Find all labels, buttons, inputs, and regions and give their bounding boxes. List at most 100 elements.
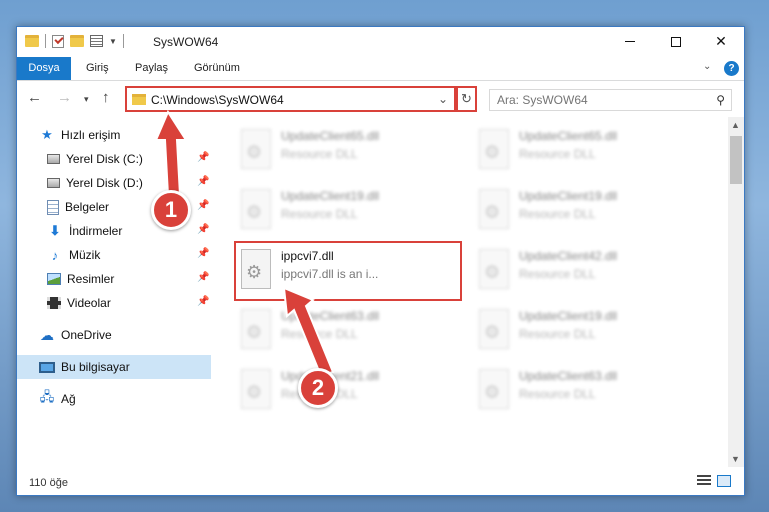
file-tile[interactable]: ⚙ UpdateClient21.dll Resource DLL: [231, 365, 451, 417]
file-name: UpdateClient42.dll: [519, 249, 618, 263]
tab-share[interactable]: Paylaş: [125, 57, 178, 80]
search-box[interactable]: ⚲: [489, 89, 732, 111]
recent-locations-icon[interactable]: ▾: [84, 94, 89, 105]
onedrive-icon: ☁: [40, 326, 54, 343]
file-tile[interactable]: ⚙ UpdateClient65.dll Resource DLL: [231, 125, 451, 177]
search-input[interactable]: [490, 90, 705, 110]
gear-icon: ⚙: [484, 322, 501, 342]
minimize-button[interactable]: [607, 27, 653, 56]
status-bar: 110 öğe: [17, 467, 744, 495]
sidebar-item-network[interactable]: 🖧 Ağ: [17, 387, 211, 411]
maximize-button[interactable]: [653, 27, 699, 56]
scroll-down-icon[interactable]: ▼: [731, 454, 740, 464]
vertical-scrollbar[interactable]: ▲ ▼: [728, 117, 744, 467]
sidebar-item-this-pc[interactable]: Bu bilgisayar: [17, 355, 211, 379]
sidebar-item-label: Ağ: [61, 392, 76, 406]
sidebar-item-quick-access[interactable]: ★ Hızlı erişim: [17, 123, 211, 147]
tab-home[interactable]: Giriş: [76, 57, 119, 80]
sidebar-item-label: Bu bilgisayar: [61, 360, 130, 374]
close-icon: ✕: [715, 33, 727, 49]
pin-icon[interactable]: 📌: [197, 224, 209, 235]
sidebar-item-label: Videolar: [67, 296, 111, 310]
step-2-badge: 2: [298, 368, 338, 408]
file-tile[interactable]: ⚙ UpdateClient65.dll Resource DLL: [469, 125, 689, 177]
dll-file-icon: ⚙: [241, 369, 271, 409]
file-name: UpdateClient63.dll: [281, 309, 380, 323]
help-icon[interactable]: ?: [724, 61, 739, 76]
up-button[interactable]: ↑: [102, 89, 110, 106]
folder-icon: [132, 94, 146, 105]
pin-icon[interactable]: 📌: [197, 176, 209, 187]
file-description: Resource DLL: [519, 267, 596, 281]
drive-icon: [47, 154, 60, 164]
sidebar-item-local-disk-d[interactable]: Yerel Disk (D:) 📌: [17, 171, 211, 195]
this-pc-icon: [39, 361, 55, 373]
dll-file-icon: ⚙: [479, 129, 509, 169]
sidebar-item-pictures[interactable]: Resimler 📌: [17, 267, 211, 291]
pictures-icon: [47, 273, 61, 285]
folder-icon: [25, 35, 39, 47]
sidebar-item-local-disk-c[interactable]: Yerel Disk (C:) 📌: [17, 147, 211, 171]
forward-button[interactable]: →: [57, 89, 72, 106]
sidebar-item-videos[interactable]: Videolar 📌: [17, 291, 211, 315]
music-icon: ♪: [51, 247, 59, 263]
file-description: Resource DLL: [519, 387, 596, 401]
file-name: UpdateClient19.dll: [519, 189, 618, 203]
file-tile[interactable]: ⚙ UpdateClient63.dll Resource DLL: [469, 365, 689, 417]
refresh-button[interactable]: ↻: [456, 86, 477, 112]
scroll-up-icon[interactable]: ▲: [731, 120, 740, 130]
dll-file-icon: ⚙: [241, 189, 271, 229]
address-path[interactable]: C:\Windows\SysWOW64: [151, 93, 284, 107]
pin-icon[interactable]: 📌: [197, 296, 209, 307]
sidebar-item-onedrive[interactable]: ☁ OneDrive: [17, 323, 211, 347]
dll-file-icon: ⚙: [479, 309, 509, 349]
file-name: UpdateClient65.dll: [519, 129, 618, 143]
pin-icon[interactable]: 📌: [197, 152, 209, 163]
details-view-icon[interactable]: [697, 475, 711, 487]
expand-ribbon-icon[interactable]: ⌄: [703, 61, 711, 72]
pin-icon[interactable]: 📌: [197, 200, 209, 211]
toolbar-dropdown-icon[interactable]: ▼: [109, 37, 117, 46]
star-icon: ★: [41, 127, 53, 142]
pin-icon[interactable]: 📌: [197, 248, 209, 259]
ribbon-tabs: Dosya Giriş Paylaş Görünüm ⌄ ?: [17, 57, 744, 81]
tiles-view-icon[interactable]: [717, 475, 731, 487]
dll-file-icon: ⚙: [241, 129, 271, 169]
scrollbar-thumb[interactable]: [730, 136, 742, 184]
file-tile[interactable]: ⚙ UpdateClient19.dll Resource DLL: [469, 305, 689, 357]
sidebar-item-label: İndirmeler: [69, 224, 123, 238]
file-description: Resource DLL: [281, 207, 358, 221]
pin-icon[interactable]: 📌: [197, 272, 209, 283]
toolbar-divider: [122, 34, 124, 48]
title-bar: ▼ SysWOW64 ✕: [17, 27, 744, 57]
file-tile[interactable]: ⚙ UpdateClient42.dll Resource DLL: [469, 245, 689, 297]
gear-icon: ⚙: [246, 202, 263, 222]
file-tile[interactable]: ⚙ UpdateClient19.dll Resource DLL: [231, 185, 451, 237]
new-folder-icon[interactable]: [70, 35, 84, 47]
file-tile[interactable]: ⚙ UpdateClient63.dll Resource DLL: [231, 305, 451, 357]
navigation-bar: ← → ▾ ↑ C:\Windows\SysWOW64 ⌄ ↻ ⚲: [17, 81, 744, 117]
toolbar-divider: [45, 34, 46, 48]
dll-file-icon: ⚙: [479, 369, 509, 409]
file-tile[interactable]: ⚙ UpdateClient19.dll Resource DLL: [469, 185, 689, 237]
file-name: UpdateClient63.dll: [519, 369, 618, 383]
address-bar[interactable]: C:\Windows\SysWOW64 ⌄: [125, 86, 456, 112]
sidebar-item-label: Resimler: [67, 272, 115, 286]
file-description: Resource DLL: [519, 147, 596, 161]
tab-view[interactable]: Görünüm: [184, 57, 250, 80]
close-button[interactable]: ✕: [698, 27, 744, 56]
file-description: Resource DLL: [281, 147, 358, 161]
chevron-down-icon[interactable]: ⌄: [438, 92, 448, 106]
back-button[interactable]: ←: [27, 89, 42, 106]
customize-toolbar-icon[interactable]: [90, 35, 103, 47]
tab-file[interactable]: Dosya: [17, 57, 71, 80]
minimize-icon: [625, 41, 635, 42]
documents-icon: [47, 199, 59, 215]
properties-check-icon[interactable]: [52, 34, 64, 48]
file-description: Resource DLL: [519, 327, 596, 341]
dll-file-icon: ⚙: [241, 309, 271, 349]
quick-access-toolbar: ▼: [25, 34, 124, 48]
window-title: SysWOW64: [153, 35, 219, 49]
sidebar-item-label: Müzik: [69, 248, 101, 262]
sidebar-item-music[interactable]: ♪ Müzik 📌: [17, 243, 211, 267]
